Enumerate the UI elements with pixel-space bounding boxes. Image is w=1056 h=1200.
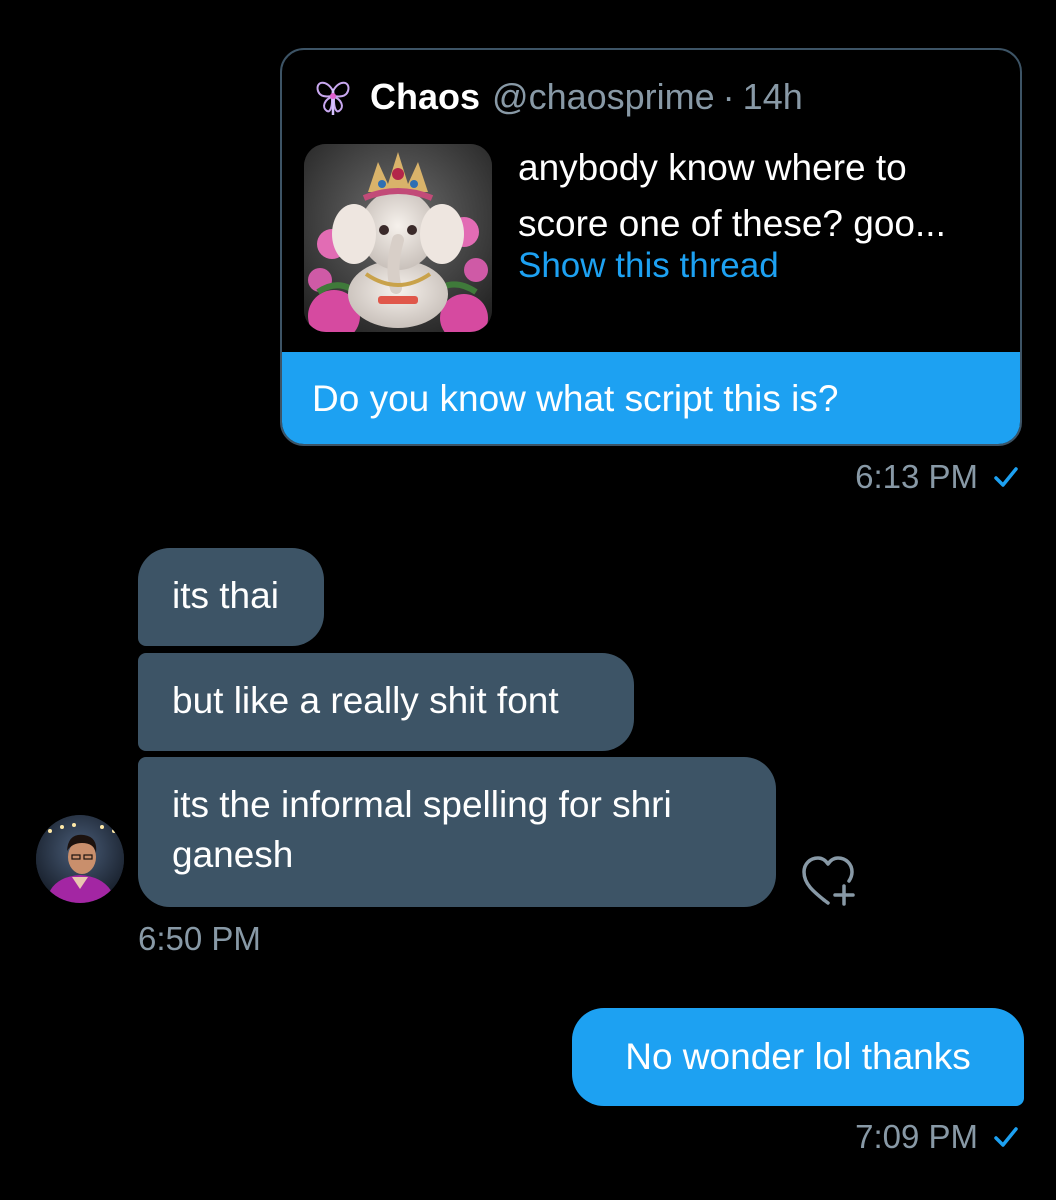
received-message-bubble[interactable]: but like a really shit font bbox=[138, 653, 634, 751]
show-thread-link[interactable]: Show this thread bbox=[518, 246, 779, 286]
butterfly-icon bbox=[312, 76, 354, 118]
check-icon bbox=[992, 463, 1020, 491]
check-icon bbox=[992, 1123, 1020, 1151]
message-timestamp: 6:13 PM bbox=[855, 458, 978, 495]
sender-avatar[interactable] bbox=[36, 815, 124, 903]
sent-message-bubble[interactable]: No wonder lol thanks bbox=[572, 1008, 1024, 1106]
quoted-author-name[interactable]: Chaos bbox=[370, 76, 480, 118]
sent-message-with-quote[interactable]: Do you know what script this is? bbox=[282, 352, 1020, 444]
sent-message-meta: 6:13 PM bbox=[855, 458, 1020, 496]
quoted-tweet-age: 14h bbox=[742, 76, 803, 117]
separator-dot: · bbox=[722, 76, 735, 117]
received-message-bubble[interactable]: its thai bbox=[138, 548, 324, 646]
heart-plus-icon[interactable] bbox=[798, 850, 862, 910]
quoted-tweet-card[interactable]: Chaos @chaosprime · 14h anybody know whe… bbox=[280, 48, 1022, 446]
received-message-bubble[interactable]: its the informal spelling for shri ganes… bbox=[138, 757, 776, 907]
sent-message-meta: 7:09 PM bbox=[855, 1118, 1020, 1156]
quoted-tweet-header: Chaos @chaosprime · 14h bbox=[312, 74, 803, 120]
quoted-tweet-thumbnail[interactable] bbox=[304, 144, 492, 332]
message-timestamp: 7:09 PM bbox=[855, 1118, 978, 1155]
received-message-timestamp: 6:50 PM bbox=[138, 920, 261, 957]
quoted-tweet-text: anybody know where to score one of these… bbox=[518, 147, 946, 244]
quoted-author-handle[interactable]: @chaosprime bbox=[492, 76, 715, 118]
